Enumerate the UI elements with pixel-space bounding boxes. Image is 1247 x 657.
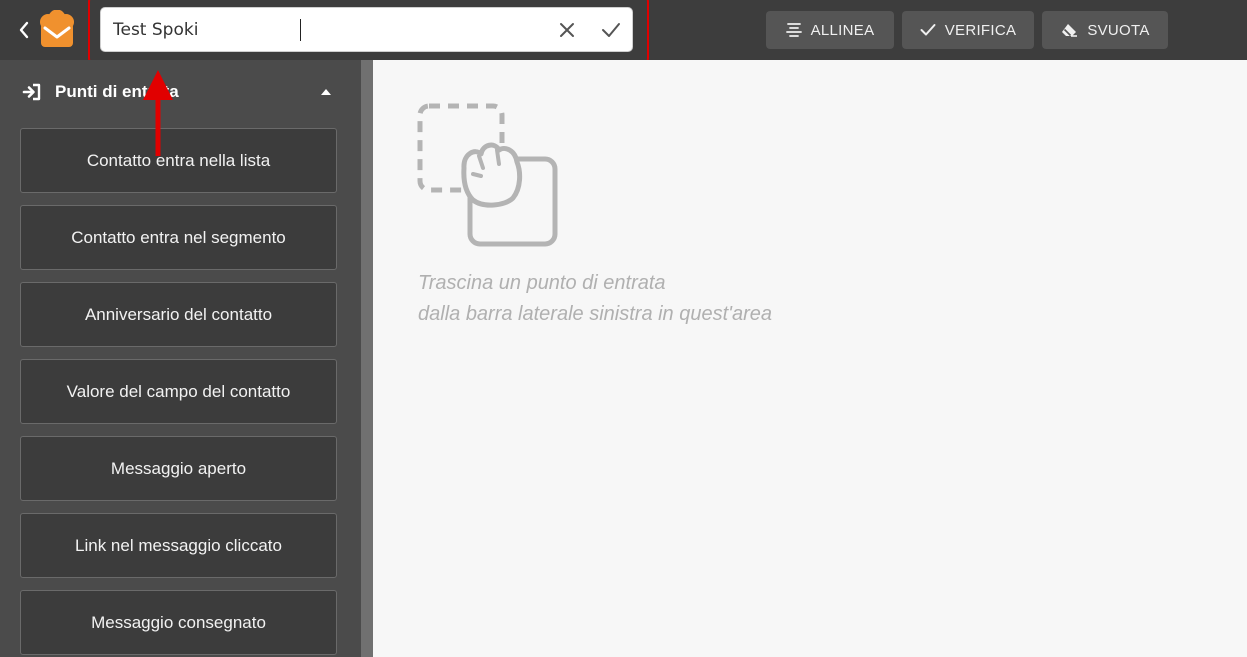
entry-item-message-delivered[interactable]: Messaggio consegnato — [20, 590, 337, 655]
section-title: Punti di entrata — [55, 82, 179, 101]
check-icon[interactable] — [600, 19, 622, 41]
caret-up-icon[interactable] — [320, 87, 332, 97]
flow-canvas[interactable]: Trascina un punto di entrata dalla barra… — [373, 60, 1247, 657]
entry-item-segment-join[interactable]: Contatto entra nel segmento — [20, 205, 337, 270]
entry-item-label: Anniversario del contatto — [84, 304, 273, 324]
back-button[interactable] — [14, 18, 34, 42]
entry-item-label: Contatto entra nel segmento — [71, 227, 286, 247]
flow-title-field[interactable] — [100, 7, 633, 52]
entry-item-label: Messaggio aperto — [110, 458, 247, 478]
entry-item-message-opened[interactable]: Messaggio aperto — [20, 436, 337, 501]
empty-canvas-hint: Trascina un punto di entrata dalla barra… — [418, 268, 772, 330]
text-cursor — [300, 19, 301, 41]
align-center-icon — [785, 23, 802, 37]
clear-button[interactable]: SVUOTA — [1042, 11, 1168, 49]
entry-item-anniversary[interactable]: Anniversario del contatto — [20, 282, 337, 347]
entry-points-section-header[interactable]: Punti di entrata — [0, 60, 361, 124]
chevron-left-icon — [19, 21, 29, 39]
hint-line-2: dalla barra laterale sinistra in quest'a… — [418, 303, 773, 325]
close-icon[interactable] — [557, 20, 577, 40]
entry-item-label: Messaggio consegnato — [91, 612, 266, 632]
hint-line-1: Trascina un punto di entrata — [418, 272, 666, 294]
sidebar-scrollbar[interactable] — [361, 60, 373, 657]
entry-item-list-join[interactable]: Contatto entra nella lista — [20, 128, 337, 193]
flow-editor: ALLINEA VERIFICA SVUOTA Punti di entrata — [0, 0, 1247, 657]
drag-hand-icon — [417, 103, 558, 247]
eraser-icon — [1062, 24, 1078, 37]
verify-button[interactable]: VERIFICA — [902, 11, 1034, 49]
entry-points-sidebar: Punti di entrata Contatto entra nella li… — [0, 60, 361, 657]
entry-item-label: Contatto entra nella lista — [86, 150, 271, 170]
entry-item-field-value[interactable]: Valore del campo del contatto — [20, 359, 337, 424]
entry-item-label: Valore del campo del contatto — [66, 381, 291, 401]
entry-item-link-clicked[interactable]: Link nel messaggio cliccato — [20, 513, 337, 578]
clear-button-label: SVUOTA — [1087, 21, 1150, 39]
check-icon — [920, 24, 936, 36]
align-button-label: ALLINEA — [810, 21, 875, 39]
verify-button-label: VERIFICA — [944, 21, 1017, 39]
flow-title-input[interactable] — [113, 16, 533, 44]
login-arrow-icon — [22, 83, 41, 101]
align-button[interactable]: ALLINEA — [766, 11, 894, 49]
spoki-logo-icon — [40, 10, 74, 47]
entry-item-label: Link nel messaggio cliccato — [75, 535, 282, 555]
